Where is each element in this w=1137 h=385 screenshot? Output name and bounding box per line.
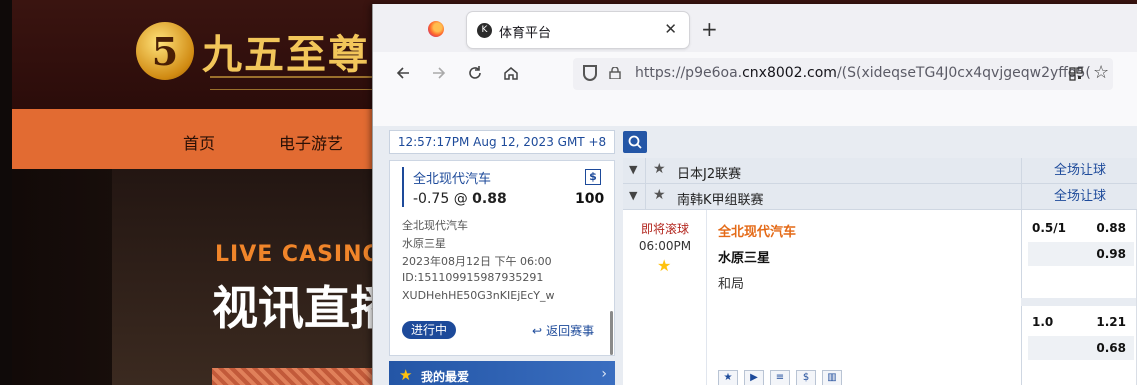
slip-scrollbar[interactable] (610, 311, 613, 355)
odds-cell-over[interactable]: 1.0 1.21 (1028, 310, 1134, 334)
handicap-odds-panel: 0.5/1 0.88 0.98 (1021, 210, 1137, 298)
league-row[interactable]: ▼ ★ 日本J2联赛 全场让球 (623, 158, 1137, 184)
slip-handicap: -0.75 (413, 191, 450, 207)
firefox-icon[interactable] (428, 21, 444, 37)
bookmark-star-icon[interactable]: ☆ (1093, 62, 1109, 83)
browser-window: K 体育平台 ✕ + https://p9e6oa.cnx8002.com/(S… (372, 4, 1137, 385)
league-name: 南韩K甲组联赛 (677, 193, 764, 208)
bar-chart-icon[interactable]: ▥ (822, 370, 842, 385)
currency-icon[interactable]: $ (585, 169, 601, 185)
favorites-bar[interactable]: ★ 我的最爱 › (389, 361, 615, 385)
away-team: 水原三星 (718, 251, 771, 266)
url-text: https://p9e6oa.cnx8002.com/(S(xideqseTG4… (635, 65, 1091, 81)
match-kickoff-time: 06:00PM (638, 239, 692, 253)
back-arrow-icon[interactable] (391, 61, 415, 85)
left-edge-strip (0, 0, 12, 385)
close-tab-icon[interactable]: ✕ (664, 20, 677, 38)
match-action-icons: ★ ▶ ≡ $ ▥ (718, 370, 842, 385)
tab-sports-platform[interactable]: K 体育平台 ✕ (467, 12, 689, 48)
odds-price: 0.98 (1096, 247, 1126, 261)
odds-price: 1.21 (1096, 315, 1126, 329)
league-name: 日本J2联赛 (677, 167, 742, 182)
dollar-icon[interactable]: $ (796, 370, 816, 385)
hero-tag: LIVE CASINO (215, 242, 383, 267)
market-header: 全场让球 (1021, 158, 1137, 184)
nav-home[interactable]: 首页 (183, 130, 215, 154)
casino-logo-emblem: 5 (136, 22, 194, 80)
odds-price: 0.68 (1096, 341, 1126, 355)
forward-arrow-icon[interactable] (427, 61, 451, 85)
market-header: 全场让球 (1021, 184, 1137, 210)
slip-odds: 0.88 (472, 191, 507, 207)
slip-bet-id: ID:151109915987935291 (402, 271, 544, 284)
slip-reference: XUDHehHE50G3nKIEjEcY_w (402, 289, 555, 302)
url-domain: cnx8002.com (742, 65, 837, 81)
content-top-gap (373, 94, 1137, 126)
search-icon (628, 135, 642, 149)
slip-at: @ (453, 191, 468, 207)
odds-line: 0.5/1 (1032, 221, 1066, 235)
odds-line: 1.0 (1032, 315, 1054, 329)
slip-selection: 全北现代汽车 (413, 172, 492, 187)
match-row: 即将滚球 06:00PM ★ 全北现代汽车 水原三星 和局 0.5/1 0.88… (623, 210, 1137, 385)
league-column-separator (645, 158, 646, 210)
slip-home-team: 全北现代汽车 (402, 219, 468, 232)
draw-label: 和局 (718, 277, 745, 292)
total-odds-panel: 1.0 1.21 0.68 (1021, 306, 1137, 385)
slip-away-team: 水原三星 (402, 237, 446, 250)
chevron-down-icon[interactable]: ▼ (629, 189, 637, 202)
odds-cell-home[interactable]: 0.5/1 0.88 (1028, 216, 1134, 240)
lock-icon[interactable] (609, 67, 621, 79)
hero-stripe (212, 368, 372, 385)
return-arrow-icon: ↩ (532, 324, 543, 338)
nav-egames[interactable]: 电子游艺 (279, 130, 343, 154)
reload-icon[interactable] (463, 61, 487, 85)
favorites-label: 我的最爱 (421, 370, 470, 384)
site-favicon-icon: K (477, 23, 492, 38)
page-content: 12:57:17PM Aug 12, 2023 GMT +8 全北现代汽车 $ … (373, 94, 1137, 385)
match-status: 即将滚球 (640, 222, 689, 236)
tab-bar: K 体育平台 ✕ + (373, 4, 1137, 52)
league-row[interactable]: ▼ ★ 南韩K甲组联赛 全场让球 (623, 184, 1137, 210)
match-favorite-star-icon[interactable]: ★ (657, 256, 671, 275)
back-to-events-link[interactable]: ↩ 返回赛事 (532, 322, 594, 339)
navigation-toolbar: https://p9e6oa.cnx8002.com/(S(xideqseTG4… (373, 52, 1137, 94)
casino-logo[interactable]: 5 九五至尊 (136, 22, 370, 80)
play-icon[interactable]: ▶ (744, 370, 764, 385)
match-time-column: 即将滚球 06:00PM ★ (623, 210, 707, 385)
status-badge: 进行中 (402, 321, 456, 339)
favorite-star-icon[interactable]: ★ (653, 187, 666, 203)
bet-slip: 全北现代汽车 $ -0.75 @ 0.88 100 全北现代汽车 水原三星 20… (389, 160, 615, 356)
url-path: /(S(xideqseTG4J0cx4qvjgeqw2yffo5( (836, 65, 1091, 81)
new-tab-icon[interactable]: + (701, 17, 718, 41)
stats-list-icon[interactable]: ≡ (770, 370, 790, 385)
server-clock: 12:57:17PM Aug 12, 2023 GMT +8 (389, 130, 615, 154)
url-prefix: https://p9e6oa. (635, 65, 743, 81)
chevron-down-icon[interactable]: ▼ (629, 163, 637, 176)
chevron-right-icon: › (601, 366, 607, 382)
tracking-shield-icon[interactable] (583, 65, 597, 81)
casino-logo-text: 九五至尊 (202, 31, 370, 78)
slip-stake: 100 (575, 191, 605, 207)
tab-title: 体育平台 (499, 26, 552, 41)
favorite-star-icon[interactable]: ★ (653, 161, 666, 177)
home-team: 全北现代汽车 (718, 225, 797, 240)
hero-title: 视讯直播 (212, 281, 396, 335)
favorites-star-icon: ★ (399, 366, 413, 384)
home-icon[interactable] (499, 61, 523, 85)
back-label: 返回赛事 (546, 324, 595, 338)
slip-accent-bar (402, 167, 404, 207)
odds-cell-under[interactable]: 0.68 (1028, 336, 1134, 360)
favorite-icon[interactable]: ★ (718, 370, 738, 385)
slip-line: -0.75 @ 0.88 (413, 191, 507, 207)
odds-divider (1021, 298, 1137, 306)
match-board: ▼ ★ 日本J2联赛 全场让球 ▼ ★ 南韩K甲组联赛 全场让球 即将滚球 06… (623, 158, 1137, 385)
address-bar[interactable]: https://p9e6oa.cnx8002.com/(S(xideqseTG4… (573, 58, 1113, 90)
odds-price: 0.88 (1096, 221, 1126, 235)
slip-match-time: 2023年08月12日 下午 06:00 (402, 255, 552, 268)
odds-cell-away[interactable]: 0.98 (1028, 242, 1134, 266)
qr-code-icon[interactable] (1069, 67, 1083, 81)
search-button[interactable] (623, 131, 647, 153)
